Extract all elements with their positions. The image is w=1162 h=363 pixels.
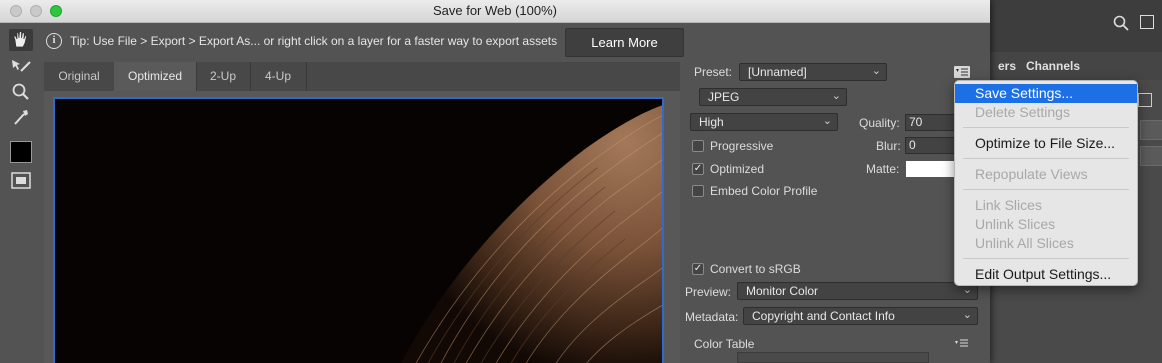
workspace-icon[interactable] bbox=[1140, 15, 1154, 29]
menu-separator bbox=[963, 158, 1129, 159]
tab-optimized[interactable]: Optimized bbox=[114, 62, 197, 91]
preview-value: Monitor Color bbox=[746, 284, 819, 298]
optimized-checkbox[interactable]: ✓ bbox=[692, 163, 704, 175]
metadata-label: Metadata: bbox=[685, 310, 739, 324]
menu-separator bbox=[963, 258, 1129, 259]
matte-label: Matte: bbox=[866, 162, 900, 176]
crop-icon bbox=[1138, 93, 1152, 107]
tab-layers[interactable]: ers bbox=[990, 52, 1016, 80]
menu-separator bbox=[963, 189, 1129, 190]
background-panel-tabs: ers Channels bbox=[990, 52, 1162, 80]
preview-select[interactable]: Monitor Color ⌄ bbox=[737, 282, 978, 300]
blur-label: Blur: bbox=[876, 139, 901, 153]
optimize-dropdown-menu: Save Settings... Delete Settings Optimiz… bbox=[954, 80, 1138, 286]
menu-item-edit-output-settings[interactable]: Edit Output Settings... bbox=[955, 265, 1137, 284]
tip-text: Tip: Use File > Export > Export As... or… bbox=[70, 34, 558, 48]
menu-separator bbox=[963, 127, 1129, 128]
tab-2-up[interactable]: 2-Up bbox=[196, 62, 251, 91]
quality-level-select[interactable]: High ⌄ bbox=[690, 113, 838, 131]
slice-select-tool-icon[interactable] bbox=[9, 56, 33, 78]
background-control bbox=[1140, 146, 1162, 166]
embed-color-profile-label: Embed Color Profile bbox=[710, 184, 818, 198]
metadata-select[interactable]: Copyright and Contact Info ⌄ bbox=[743, 307, 978, 325]
preview-image[interactable] bbox=[53, 97, 664, 363]
color-table-label: Color Table bbox=[694, 337, 755, 351]
menu-item-unlink-all-slices: Unlink All Slices bbox=[975, 235, 1074, 251]
eyedropper-tool-icon[interactable] bbox=[9, 106, 33, 128]
hand-tool-icon[interactable] bbox=[9, 29, 33, 51]
metadata-value: Copyright and Contact Info bbox=[752, 309, 895, 323]
convert-srgb-label: Convert to sRGB bbox=[710, 262, 801, 276]
learn-more-button[interactable]: Learn More bbox=[565, 28, 684, 57]
background-control bbox=[1140, 120, 1162, 140]
optimized-label: Optimized bbox=[710, 162, 765, 176]
info-icon: i bbox=[46, 33, 62, 49]
menu-item-save-settings[interactable]: Save Settings... bbox=[955, 84, 1137, 103]
chevron-down-icon: ⌄ bbox=[962, 309, 972, 321]
embed-color-profile-checkbox[interactable] bbox=[692, 185, 704, 197]
menu-item-delete-settings: Delete Settings bbox=[975, 104, 1070, 120]
menu-item-optimize-file-size[interactable]: Optimize to File Size... bbox=[955, 134, 1137, 153]
menu-item-unlink-slices: Unlink Slices bbox=[975, 216, 1056, 232]
color-table bbox=[737, 352, 929, 363]
chevron-down-icon: ⌄ bbox=[822, 115, 832, 127]
quality-input[interactable]: 70 bbox=[905, 114, 955, 131]
menu-item-repopulate-views: Repopulate Views bbox=[975, 166, 1088, 182]
window-title: Save for Web (100%) bbox=[432, 3, 558, 18]
format-select[interactable]: JPEG ⌄ bbox=[699, 88, 847, 106]
preset-select[interactable]: [Unnamed] ⌄ bbox=[739, 63, 887, 81]
format-value: JPEG bbox=[708, 90, 740, 104]
color-table-menu-icon[interactable] bbox=[955, 338, 969, 348]
tab-channels[interactable]: Channels bbox=[1026, 52, 1080, 80]
tab-4-up[interactable]: 4-Up bbox=[250, 62, 307, 91]
background-app-header bbox=[990, 0, 1162, 52]
blur-input[interactable]: 0 bbox=[905, 137, 955, 154]
quality-label: Quality: bbox=[859, 116, 900, 130]
convert-srgb-checkbox[interactable]: ✓ bbox=[692, 263, 704, 275]
eyedropper-color-swatch[interactable] bbox=[10, 141, 32, 163]
zoom-tool-icon[interactable] bbox=[9, 81, 33, 103]
toggle-slices-icon[interactable] bbox=[9, 170, 33, 192]
quality-level-value: High bbox=[699, 115, 724, 129]
preset-label: Preset: bbox=[694, 65, 733, 79]
preview-label: Preview: bbox=[685, 285, 732, 299]
search-icon[interactable] bbox=[1113, 15, 1129, 31]
preset-value: [Unnamed] bbox=[748, 65, 807, 79]
optimize-menu-icon[interactable] bbox=[954, 66, 970, 78]
progressive-checkbox[interactable] bbox=[692, 140, 704, 152]
progressive-label: Progressive bbox=[710, 139, 774, 153]
chevron-down-icon: ⌄ bbox=[871, 65, 881, 77]
tab-original[interactable]: Original bbox=[44, 62, 115, 91]
matte-color-swatch[interactable] bbox=[906, 161, 956, 177]
menu-item-link-slices: Link Slices bbox=[975, 197, 1042, 213]
chevron-down-icon: ⌄ bbox=[831, 90, 841, 102]
